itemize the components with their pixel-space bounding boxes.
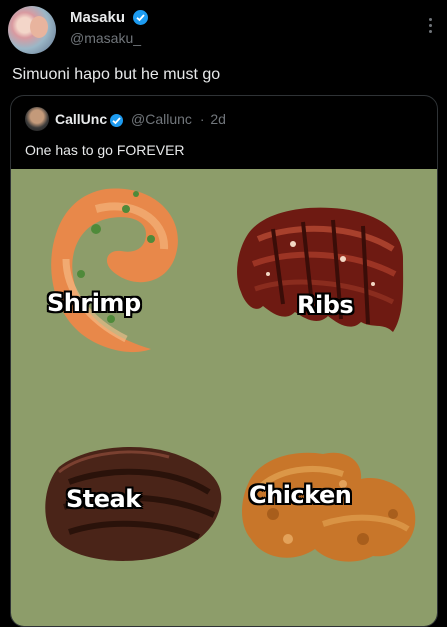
author-info: Masaku @masaku_ <box>70 9 149 46</box>
quoted-author-handle: @Callunc <box>131 111 192 127</box>
quoted-author-name: CallUnc <box>55 111 108 127</box>
post-text: Simuoni hapo but he must go <box>12 66 221 83</box>
quoted-author-avatar <box>25 107 49 131</box>
more-options-icon[interactable] <box>427 18 433 36</box>
verified-badge-icon <box>133 10 149 26</box>
author-name[interactable]: Masaku <box>70 9 125 26</box>
post-header: Masaku @masaku_ <box>8 6 439 56</box>
quoted-author-info: CallUnc @Callunc · 2d <box>55 111 226 127</box>
chicken-label: Chicken <box>249 481 352 509</box>
shrimp-label: Shrimp <box>47 289 141 317</box>
quoted-post-text: One has to go FOREVER <box>25 142 185 158</box>
quoted-post-time: 2d <box>210 111 226 127</box>
steak-label: Steak <box>66 485 141 513</box>
time-separator: · <box>199 111 205 127</box>
author-avatar[interactable] <box>8 6 56 54</box>
quoted-post[interactable]: CallUnc @Callunc · 2d One has to go FORE… <box>10 95 438 627</box>
quoted-post-image[interactable]: Shrimp Ribs Steak Chicken <box>11 169 437 626</box>
verified-badge-icon <box>110 113 124 127</box>
shrimp-icon <box>51 188 178 353</box>
ribs-label: Ribs <box>297 291 354 319</box>
author-handle[interactable]: @masaku_ <box>70 30 148 46</box>
